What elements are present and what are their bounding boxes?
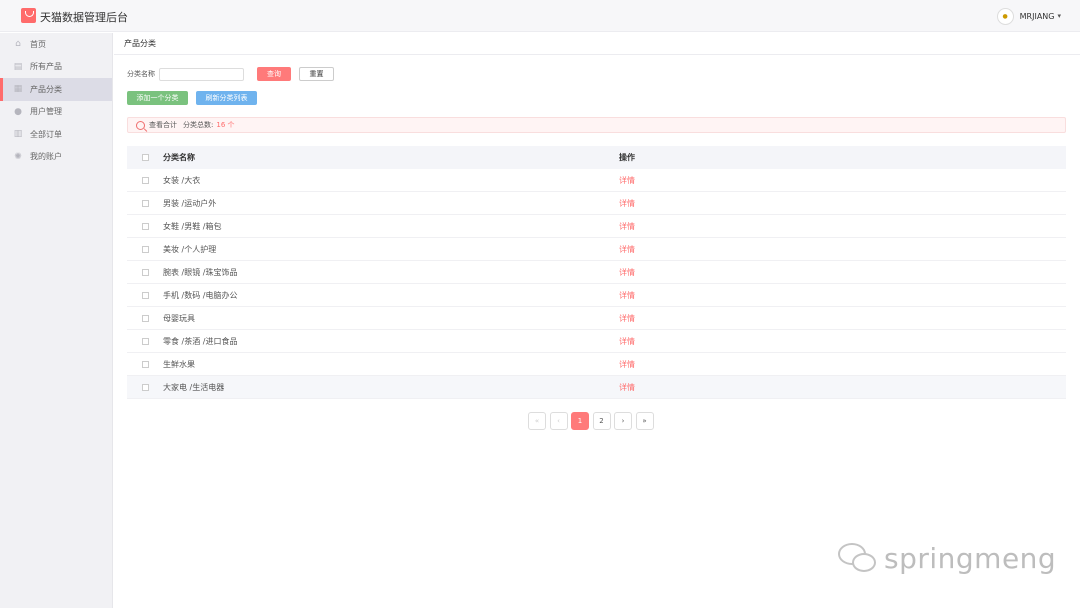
chevron-down-icon[interactable]: ▾ [1057,12,1061,20]
category-name: 零食 /茶酒 /进口食品 [163,336,238,346]
sidebar-item-products[interactable]: ▤ 所有产品 [0,56,112,79]
sidebar-item-users[interactable]: ● 用户管理 [0,101,112,124]
home-icon: ⌂ [15,39,21,50]
main-content: 产品分类 分类名称 查询 重置 添加一个分类 刷新分类列表 查看合计 分类总数:… [114,33,1080,608]
row-checkbox[interactable] [141,337,149,345]
detail-link[interactable]: 详情 [619,337,635,346]
detail-link[interactable]: 详情 [619,268,635,277]
category-name: 美妆 /个人护理 [163,244,217,254]
sidebar-item-account[interactable]: ✺ 我的账户 [0,146,112,169]
row-checkbox[interactable] [141,199,149,207]
row-checkbox[interactable] [141,383,149,391]
select-all-checkbox[interactable] [141,154,149,161]
refresh-list-button[interactable]: 刷新分类列表 [196,91,257,105]
table-row: 女装 /大衣 详情 [127,169,1066,192]
summary-bar: 查看合计 分类总数: 16 个 [127,117,1066,133]
sidebar-item-label: 全部订单 [30,129,62,139]
category-name: 腕表 /眼镜 /珠宝饰品 [163,267,238,277]
table-header: 分类名称 操作 [127,146,1066,169]
category-name: 女装 /大衣 [163,175,201,185]
category-name-input[interactable] [159,67,244,81]
detail-link[interactable]: 详情 [619,383,635,392]
detail-link[interactable]: 详情 [619,245,635,254]
table-row: 手机 /数码 /电脑办公 详情 [127,284,1066,307]
avatar[interactable]: ● [996,7,1014,25]
last-page-button[interactable]: » [635,412,654,430]
sidebar-item-orders[interactable]: ▥ 全部订单 [0,123,112,146]
table-row: 零食 /茶酒 /进口食品 详情 [127,330,1066,353]
detail-link[interactable]: 详情 [619,360,635,369]
category-name: 手机 /数码 /电脑办公 [163,290,238,300]
detail-link[interactable]: 详情 [619,199,635,208]
gear-icon: ✺ [14,151,22,162]
top-header: 天猫数据管理后台 ● MRJIANG ▾ [0,0,1080,32]
table-row: 生鲜水果 详情 [127,353,1066,376]
grid-icon: ▦ [13,84,23,95]
search-bar: 分类名称 查询 重置 [127,67,334,81]
query-button[interactable]: 查询 [257,67,291,81]
watermark: springmeng [838,541,1056,575]
tmall-bag-logo-icon[interactable] [21,8,36,23]
page-2-button[interactable]: 2 [592,412,611,430]
detail-link[interactable]: 详情 [619,291,635,300]
page-1-button[interactable]: 1 [571,412,589,430]
user-menu[interactable]: ● MRJIANG ▾ [996,7,1061,25]
row-checkbox[interactable] [141,291,149,299]
sidebar: ⌂ 首页 ▤ 所有产品 ▦ 产品分类 ● 用户管理 ▥ 全部订单 ✺ 我的账户 [0,33,113,608]
watermark-text: springmeng [884,541,1057,575]
table-row: 美妆 /个人护理 详情 [127,238,1066,261]
detail-link[interactable]: 详情 [619,222,635,231]
app-title[interactable]: 天猫数据管理后台 [40,9,128,25]
category-table: 分类名称 操作 女装 /大衣 详情 男装 /运动户外 详情 女鞋 /男鞋 /箱包… [127,146,1066,399]
detail-link[interactable]: 详情 [619,176,635,185]
sidebar-item-home[interactable]: ⌂ 首页 [0,33,112,56]
category-name: 生鲜水果 [163,359,195,369]
column-header-action: 操作 [619,153,635,162]
order-icon: ▥ [13,129,23,140]
next-page-button[interactable]: › [614,412,632,430]
sidebar-item-label: 首页 [30,39,46,49]
username: MRJIANG [1019,11,1055,21]
row-checkbox[interactable] [141,222,149,230]
search-label: 分类名称 [127,70,155,78]
table-row: 大家电 /生活电器 详情 [127,376,1066,399]
pagination: « ‹ 1 2 › » [528,412,657,430]
first-page-button[interactable]: « [528,412,546,430]
row-checkbox[interactable] [141,314,149,322]
summary-prefix: 查看合计 [149,121,177,129]
category-name: 女鞋 /男鞋 /箱包 [163,221,222,231]
category-name: 母婴玩具 [163,313,195,323]
column-header-name: 分类名称 [163,153,195,162]
row-checkbox[interactable] [141,176,149,184]
product-icon: ▤ [13,61,23,72]
row-checkbox[interactable] [141,268,149,276]
table-row: 男装 /运动户外 详情 [127,192,1066,215]
sidebar-item-categories[interactable]: ▦ 产品分类 [0,78,112,101]
category-name: 大家电 /生活电器 [163,382,225,392]
sidebar-item-label: 所有产品 [30,62,62,72]
user-icon: ● [14,106,22,117]
wechat-icon [838,541,878,575]
breadcrumb: 产品分类 [114,33,1080,55]
sidebar-item-label: 用户管理 [30,107,62,117]
detail-link[interactable]: 详情 [619,314,635,323]
prev-page-button[interactable]: ‹ [549,412,568,430]
summary-label: 分类总数: [183,121,214,129]
search-icon [136,120,145,130]
add-category-button[interactable]: 添加一个分类 [127,91,188,105]
action-bar: 添加一个分类 刷新分类列表 [127,91,257,105]
row-checkbox[interactable] [141,360,149,368]
row-checkbox[interactable] [141,245,149,253]
category-name: 男装 /运动户外 [163,198,217,208]
sidebar-item-label: 我的账户 [30,152,62,162]
sidebar-item-label: 产品分类 [30,84,62,94]
reset-button[interactable]: 重置 [299,67,334,81]
summary-count: 16 个 [216,121,235,129]
table-row: 女鞋 /男鞋 /箱包 详情 [127,215,1066,238]
table-row: 腕表 /眼镜 /珠宝饰品 详情 [127,261,1066,284]
table-row: 母婴玩具 详情 [127,307,1066,330]
